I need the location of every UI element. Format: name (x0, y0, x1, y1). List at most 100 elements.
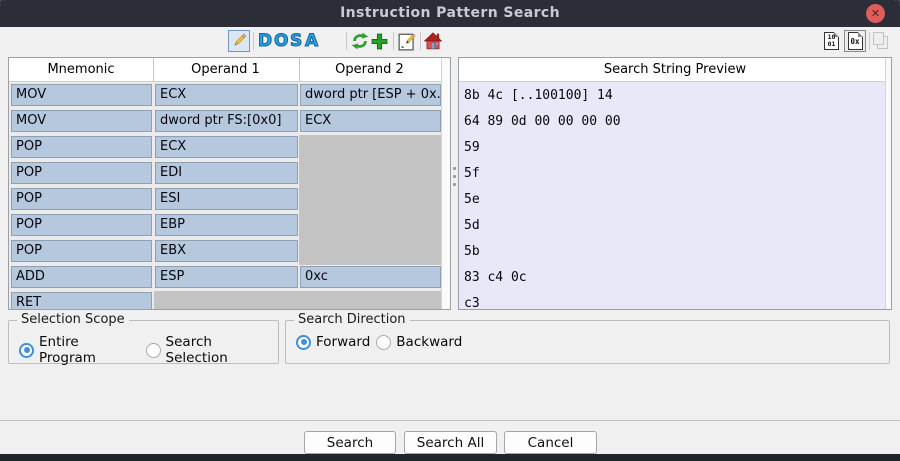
preview-row[interactable]: 5f (459, 161, 891, 187)
empty-cell (299, 187, 441, 213)
manual-entry-button[interactable] (398, 30, 417, 52)
instruction-cell[interactable]: POP (11, 188, 152, 210)
selection-scope-title: Selection Scope (17, 312, 129, 327)
instruction-cell[interactable]: ADD (11, 266, 152, 288)
instruction-cell[interactable]: MOV (11, 110, 152, 132)
instruction-cell[interactable]: EBP (155, 214, 298, 236)
toolbar-separator (393, 32, 394, 50)
letter-a-button[interactable]: A (305, 30, 318, 52)
table-row: POP EBX (9, 239, 450, 265)
home-icon (424, 32, 442, 50)
instruction-cell[interactable]: POP (11, 240, 152, 262)
letter-o-button[interactable]: O (274, 30, 288, 52)
instruction-cell[interactable]: POP (11, 136, 152, 158)
table-body: MOV ECX dword ptr [ESP + 0x... MOV dword… (9, 83, 450, 309)
preview-row[interactable]: 5b (459, 239, 891, 265)
toolbar: D O S A (0, 27, 900, 56)
search-button[interactable]: Search (304, 431, 396, 454)
preview-header-label: Search String Preview (459, 62, 891, 77)
table-row: MOV ECX dword ptr [ESP + 0x... (9, 83, 450, 109)
vertical-scrollbar[interactable] (441, 58, 450, 309)
toolbar-separator (346, 32, 347, 50)
toolbar-separator (420, 32, 421, 50)
copy-button[interactable] (873, 30, 889, 52)
table-row: POP ECX (9, 135, 450, 161)
instruction-cell[interactable]: ESI (155, 188, 298, 210)
instruction-cell[interactable]: RET (11, 292, 152, 310)
hex-doc-icon: 0x (848, 32, 863, 50)
preview-row[interactable]: 83 c4 0c (459, 265, 891, 291)
radio-forward[interactable]: Forward (296, 334, 370, 350)
binary-view-button[interactable]: 1001 (824, 30, 839, 52)
preview-row[interactable]: 64 89 0d 00 00 00 00 (459, 109, 891, 135)
binary-doc-icon: 1001 (824, 32, 839, 50)
instruction-cell[interactable]: EBX (155, 240, 298, 262)
close-icon: ✕ (871, 7, 880, 20)
edit-document-icon (398, 32, 417, 51)
instruction-cell[interactable]: ECX (155, 84, 298, 106)
radio-search-selection[interactable]: Search Selection (146, 334, 278, 366)
instruction-cell[interactable]: 0xc (300, 266, 441, 288)
instruction-cell[interactable]: MOV (11, 84, 152, 106)
pencil-icon (230, 32, 248, 50)
table-row: POP ESI (9, 187, 450, 213)
table-row: POP EBP (9, 213, 450, 239)
cancel-button[interactable]: Cancel (504, 431, 597, 454)
table-row: MOV dword ptr FS:[0x0] ECX (9, 109, 450, 135)
instruction-cell[interactable]: POP (11, 162, 152, 184)
button-bar-separator (0, 420, 900, 421)
instruction-cell[interactable]: POP (11, 214, 152, 236)
radio-entire-program[interactable]: Entire Program (19, 334, 140, 366)
instruction-table: Mnemonic Operand 1 Operand 2 MOV ECX dwo… (8, 57, 451, 310)
add-row-button[interactable] (371, 30, 388, 52)
column-header-mnemonic: Mnemonic (9, 62, 153, 77)
search-direction-group: Search Direction Forward Backward (285, 320, 890, 364)
preview-row[interactable]: 59 (459, 135, 891, 161)
toolbar-separator (869, 32, 870, 50)
preview-row[interactable]: c3 (459, 291, 891, 310)
letter-a-icon: A (305, 31, 318, 51)
preview-row[interactable]: 5e (459, 187, 891, 213)
instruction-cell[interactable]: EDI (155, 162, 298, 184)
instruction-cell[interactable]: dword ptr [ESP + 0x... (300, 84, 441, 106)
preview-body: 8b 4c [..100100] 14 64 89 0d 00 00 00 00… (459, 83, 891, 309)
close-button[interactable]: ✕ (866, 4, 885, 23)
splitter-handle[interactable] (451, 57, 458, 310)
plus-icon (371, 33, 388, 50)
letter-o-icon: O (274, 31, 288, 51)
instruction-cell[interactable]: ESP (155, 266, 298, 288)
preview-panel: Search String Preview 8b 4c [..100100] 1… (458, 57, 892, 310)
refresh-button[interactable] (351, 30, 369, 52)
empty-cell (299, 135, 441, 161)
pencil-toggle-button[interactable] (228, 30, 250, 52)
search-direction-title: Search Direction (294, 312, 410, 327)
letter-s-icon: S (290, 31, 302, 51)
preview-row[interactable]: 8b 4c [..100100] 14 (459, 83, 891, 109)
title-bar[interactable]: Instruction Pattern Search ✕ (0, 0, 900, 27)
vertical-scrollbar[interactable] (885, 58, 891, 309)
column-header-operand1: Operand 1 (153, 62, 298, 77)
empty-cell (299, 239, 441, 265)
radio-selected-icon (296, 335, 311, 350)
instruction-cell[interactable]: ECX (155, 136, 298, 158)
radio-selected-icon (19, 343, 34, 358)
radio-unselected-icon (146, 343, 161, 358)
search-all-button[interactable]: Search All (404, 431, 497, 454)
column-header-operand2: Operand 2 (298, 62, 441, 77)
preview-row[interactable]: 5d (459, 213, 891, 239)
table-header: Mnemonic Operand 1 Operand 2 (9, 58, 450, 82)
letter-d-button[interactable]: D (258, 30, 272, 52)
home-button[interactable] (424, 30, 442, 52)
letter-s-button[interactable]: S (290, 30, 302, 52)
letter-d-icon: D (258, 31, 272, 51)
table-row: POP EDI (9, 161, 450, 187)
hex-view-button[interactable]: 0x (844, 30, 866, 52)
instruction-pattern-search-dialog: Instruction Pattern Search ✕ D O S A (0, 0, 900, 461)
instruction-cell[interactable]: ECX (300, 110, 441, 132)
copy-icon (873, 32, 889, 50)
empty-cell (299, 213, 441, 239)
preview-header: Search String Preview (459, 58, 891, 82)
instruction-cell[interactable]: dword ptr FS:[0x0] (155, 110, 298, 132)
radio-backward[interactable]: Backward (376, 334, 462, 350)
empty-cell (154, 291, 441, 310)
